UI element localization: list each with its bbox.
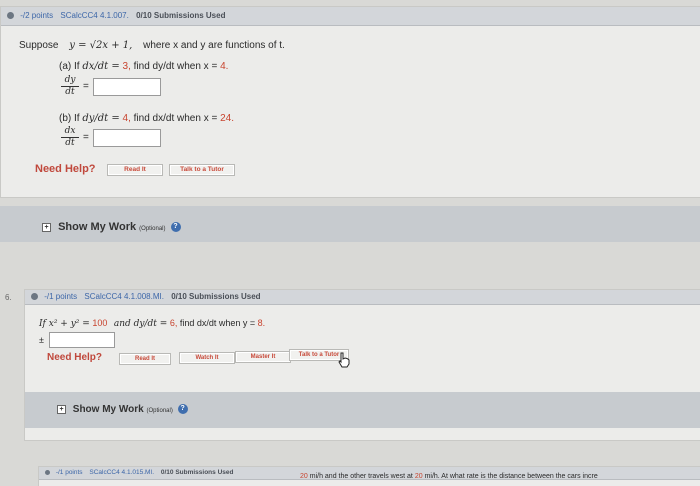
part-a-prompt: (a) If dx/dt = 3, find dy/dt when x = 4. [59,61,228,72]
optional-label: (Optional) [139,226,166,232]
part-a-answer-input[interactable] [93,78,161,96]
points-label: -/1 points [44,292,78,301]
prompt-find: find dx/dt when y = [179,318,256,328]
question-2-panel: -/1 points SCalcCC4 4.1.008.MI. 0/10 Sub… [24,289,700,441]
part-b-find: find dx/dt when x = [133,113,218,124]
part-a-given: dx/dt = [82,61,120,72]
part-a-fraction: dy dt [61,75,79,98]
frac-denominator: dt [65,138,75,148]
question-1-prompt: Suppose y = √2x + 1, where x and y are f… [19,40,285,51]
prompt-value-2: 6, [169,318,178,328]
question-2-prompt: If x² + y² = 100 and dy/dt = 6, find dx/… [39,318,265,329]
question-1-panel: -/2 points SCalcCC4 4.1.007. 0/10 Submis… [0,6,700,198]
prompt-equation: If x² + y² = [39,319,90,329]
part-b-given: dy/dt = [82,113,120,124]
question-bullet-icon [31,293,38,301]
prompt-given: and dy/dt = [113,319,168,329]
part-b-prompt: (b) If dy/dt = 4, find dx/dt when x = 24… [59,113,234,124]
source-label: SCalcCC4 4.1.015.MI. [89,469,155,476]
frac-numerator: dx [61,126,79,138]
equals-sign: = [83,81,89,92]
prompt-lead: Suppose [19,40,59,51]
show-work-label: Show My Work [72,404,144,415]
prompt-value-2: 20 [414,473,423,480]
submissions-label: 0/10 Submissions Used [160,469,234,476]
question-bullet-icon [7,12,14,20]
part-a-label: (a) If [59,61,80,72]
expand-box-icon: + [42,222,51,232]
source-label: SCalcCC4 4.1.008.MI. [84,292,164,301]
points-label: -/1 points [55,469,83,476]
part-b-label: (b) If [59,113,80,124]
show-my-work-toggle[interactable]: + Show My Work (Optional) ? [57,404,188,415]
equation: y = √2x + 1, [69,40,133,51]
help-icon[interactable]: ? [170,222,181,233]
part-b-fraction: dx dt [61,126,79,149]
question-3-prompt-fragment: 20 mi/h and the other travels west at 20… [300,473,598,480]
expand-box-icon: + [57,404,66,414]
read-it-button[interactable]: Read It [107,164,163,176]
show-work-label: Show My Work [58,221,137,233]
prompt-value-1: 100 [92,318,108,328]
points-label: -/2 points [20,11,54,20]
need-help-label: Need Help? [47,352,103,363]
prompt-value-3: 8. [257,318,266,328]
watch-it-button[interactable]: Watch It [179,352,235,364]
part-a-when-value: 4. [220,61,229,72]
frac-numerator: dy [61,75,79,87]
hand-cursor-icon [338,352,350,368]
submissions-label: 0/10 Submissions Used [171,292,261,301]
part-b-answer-input[interactable] [93,129,161,147]
prompt-tail: mi/h. At what rate is the distance betwe… [424,473,598,480]
help-icon[interactable]: ? [177,404,188,415]
optional-label: (Optional) [146,408,173,414]
equals-sign: = [83,132,89,143]
submissions-label: 0/10 Submissions Used [136,11,226,20]
question-1-header: -/2 points SCalcCC4 4.1.007. 0/10 Submis… [1,7,700,26]
master-it-button[interactable]: Master It [235,351,291,363]
talk-to-tutor-button[interactable]: Talk to a Tutor [169,164,235,176]
question-2-header: -/1 points SCalcCC4 4.1.008.MI. 0/10 Sub… [25,290,700,305]
part-b-when-value: 24. [220,113,235,124]
source-label: SCalcCC4 4.1.007. [60,11,129,20]
part-b-given-value: 4, [122,113,131,124]
question-bullet-icon [45,469,50,475]
prompt-value: 20 [300,473,308,480]
prompt-tail: where x and y are functions of t. [143,40,285,51]
plus-minus-sign: ± [39,335,44,345]
part-a-find: find dy/dt when x = [133,61,218,72]
read-it-button[interactable]: Read It [119,353,171,365]
question-2-answer-input[interactable] [49,332,115,348]
frac-denominator: dt [65,87,75,97]
question-number: 6. [5,293,12,302]
prompt-fragment: mi/h and the other travels west at [309,473,413,480]
show-my-work-toggle[interactable]: + Show My Work (Optional) ? [42,221,181,233]
part-a-given-value: 3, [122,61,131,72]
need-help-label: Need Help? [35,163,96,175]
